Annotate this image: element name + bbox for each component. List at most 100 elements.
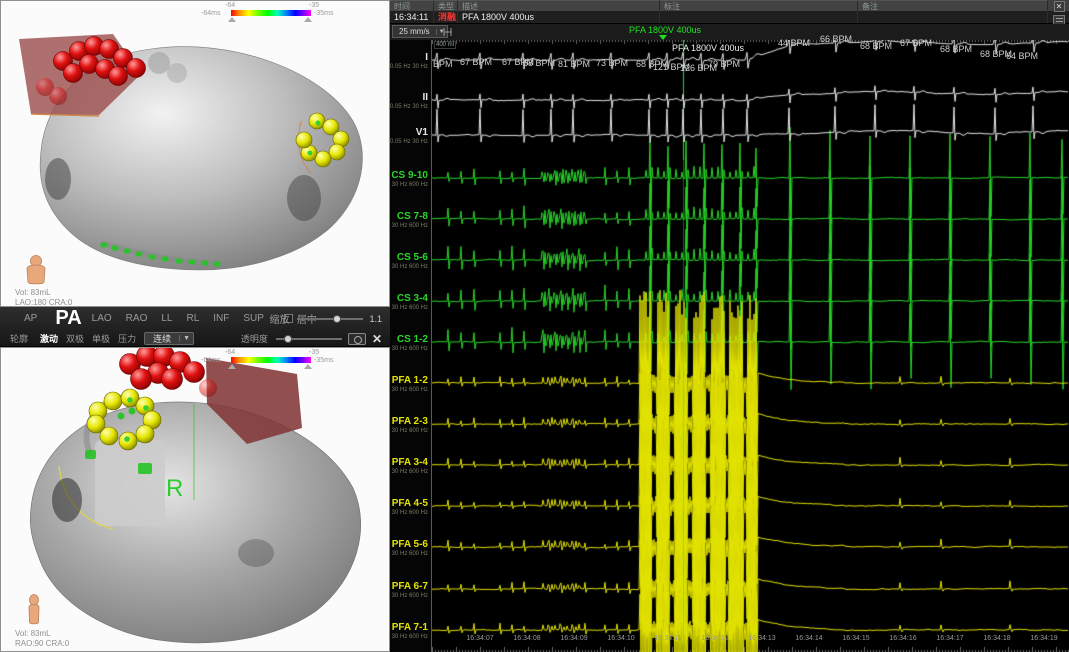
event-type-cell[interactable]: 消融 [434,11,458,23]
channel-label-cs-9-10[interactable]: CS 9-10 [391,170,428,181]
lesion-green-dot[interactable] [308,151,313,156]
channel-filter-label: 0.05 Hz 30 Hz [390,139,428,145]
lat-colorbar: -64 -35 -64ms -35ms [201,2,341,26]
atrium-3d-model-lao[interactable] [1,1,390,306]
channel-label-pfa-3-4[interactable]: PFA 3-4 [392,457,428,468]
map-view-lao[interactable]: -64 -35 -64ms -35ms Vol: 83mL LAO:180 CR… [0,0,390,307]
caliper-icon[interactable] [442,26,454,38]
map-type-button-轮廓[interactable]: 轮廓 [10,332,28,345]
lesion-yellow[interactable] [296,132,312,148]
lat-slider-min-handle[interactable] [228,17,236,22]
lesion-red-faint[interactable] [49,87,67,105]
close-icon[interactable]: ✕ [1054,1,1065,12]
view-button-lao[interactable]: LAO [92,313,112,324]
time-axis-label: 16:34:10 [596,635,646,642]
waveform-canvas[interactable] [432,40,1069,652]
lesion-green-dot[interactable] [127,397,133,403]
lesion-red[interactable] [109,67,128,86]
event-table-row[interactable]: 16:34:11 消融 PFA 1800V 400us [390,11,1069,24]
sweep-speed-select[interactable]: 25 mm/s ▼ [392,25,448,38]
view-button-rao[interactable]: RAO [126,313,148,324]
channel-filter-label: 30 Hz 600 Hz [392,428,428,434]
bpm-label: 67 BPM [900,38,932,48]
opacity-label: 透明度 [241,332,268,345]
zoom-slider[interactable] [297,318,363,320]
lesion-yellow[interactable] [329,144,345,160]
channel-label-pfa-1-2[interactable]: PFA 1-2 [392,375,428,386]
lesion-red[interactable] [131,369,152,390]
lesion-yellow[interactable] [87,415,105,433]
channel-label-pfa-4-5[interactable]: PFA 4-5 [392,498,428,509]
lesion-green-dot[interactable] [143,405,149,411]
channel-label-pfa-2-3[interactable]: PFA 2-3 [392,416,428,427]
channel-label-cs-7-8[interactable]: CS 7-8 [397,211,428,222]
electrode-dot[interactable] [118,413,125,420]
lesion-red-faint[interactable] [199,379,217,397]
body-orientation-icon[interactable] [23,255,49,285]
event-description-cell[interactable]: PFA 1800V 400us [458,11,660,23]
lesion-red[interactable] [127,59,146,78]
view-button-ap[interactable]: AP [24,313,37,324]
view-button-pa[interactable]: PA [55,307,81,330]
channel-filter-label: 30 Hz 600 Hz [392,182,428,188]
map-type-button-双极[interactable]: 双极 [66,332,84,345]
lat-gradient-bar[interactable] [231,10,311,16]
lesion-yellow[interactable] [136,425,154,443]
map-footer: Vol: 83mL LAO:180 CRA:0 [15,288,72,307]
event-column-header[interactable]: 描述 [458,0,660,11]
sweep-speed-value: 25 mm/s [393,27,436,36]
mapping-mode-dropdown[interactable]: 连续 ▼ [144,332,194,345]
event-remark-cell[interactable] [858,11,1048,23]
event-annotation-cell[interactable] [660,11,858,23]
map-type-button-单极[interactable]: 单极 [92,332,110,345]
atrium-3d-model-rao[interactable]: R [1,348,390,651]
mapping-mode-value: 连续 [145,332,179,345]
chevron-down-icon[interactable]: ▼ [179,335,193,342]
view-button-ll[interactable]: LL [161,313,172,324]
channel-label-cs-5-6[interactable]: CS 5-6 [397,252,428,263]
lesion-green-dot[interactable] [316,121,321,126]
channel-label-v1[interactable]: V1 [416,127,428,138]
lesion-green-dot[interactable] [124,436,130,442]
channel-label-cs-1-2[interactable]: CS 1-2 [397,334,428,345]
event-log-table[interactable]: 时间类型描述标注备注 16:34:11 消融 PFA 1800V 400us ✕ [390,0,1069,24]
ep-mapping-workstation: -64 -35 -64ms -35ms Vol: 83mL LAO:180 CR… [0,0,1069,652]
lat-slider-min-handle[interactable] [228,364,236,369]
view-button-inf[interactable]: INF [213,313,229,324]
electrode-band [162,257,169,262]
atrium-shell[interactable] [30,402,360,643]
lat-gradient-bar[interactable] [231,357,311,363]
view-button-rl[interactable]: RL [186,313,199,324]
zoom-slider-knob[interactable] [333,315,341,323]
event-column-header[interactable]: 备注 [858,0,1048,11]
channel-label-pfa-5-6[interactable]: PFA 5-6 [392,539,428,550]
channel-label-pfa-6-7[interactable]: PFA 6-7 [392,581,428,592]
channel-filter-label: 30 Hz 600 Hz [392,469,428,475]
channel-label-ii[interactable]: II [422,92,428,103]
lesion-yellow[interactable] [104,392,122,410]
map-type-button-激动[interactable]: 激动 [40,332,58,345]
map-view-rao[interactable]: R -64 -35 -64ms -35ms Vol: 83mL [0,347,390,652]
body-orientation-icon[interactable] [23,594,45,626]
snapshot-camera-icon[interactable] [348,333,366,345]
opacity-slider-knob[interactable] [284,335,292,343]
event-column-header[interactable]: 类型 [434,0,458,11]
lesions-red[interactable] [120,348,205,390]
event-column-header[interactable]: 标注 [660,0,858,11]
lesion-yellow[interactable] [315,151,331,167]
trace-area[interactable]: I0.05 Hz 30 HzII0.05 Hz 30 HzV10.05 Hz 3… [390,40,1069,652]
channel-label-pfa-7-1[interactable]: PFA 7-1 [392,622,428,633]
electrode-dot[interactable] [129,408,136,415]
channel-label-i[interactable]: I [425,52,428,63]
event-column-header[interactable]: 时间 [390,0,434,11]
map-type-button-压力[interactable]: 压力 [118,332,136,345]
view-button-sup[interactable]: SUP [243,313,264,324]
opacity-slider[interactable] [276,338,342,340]
channel-label-cs-3-4[interactable]: CS 3-4 [397,293,428,304]
lat-slider-max-handle[interactable] [304,364,312,369]
lesion-red[interactable] [162,369,183,390]
event-time-cell[interactable]: 16:34:11 [390,11,434,23]
close-view-icon[interactable]: ✕ [372,333,382,345]
lesion-red[interactable] [64,64,83,83]
lat-slider-max-handle[interactable] [304,17,312,22]
